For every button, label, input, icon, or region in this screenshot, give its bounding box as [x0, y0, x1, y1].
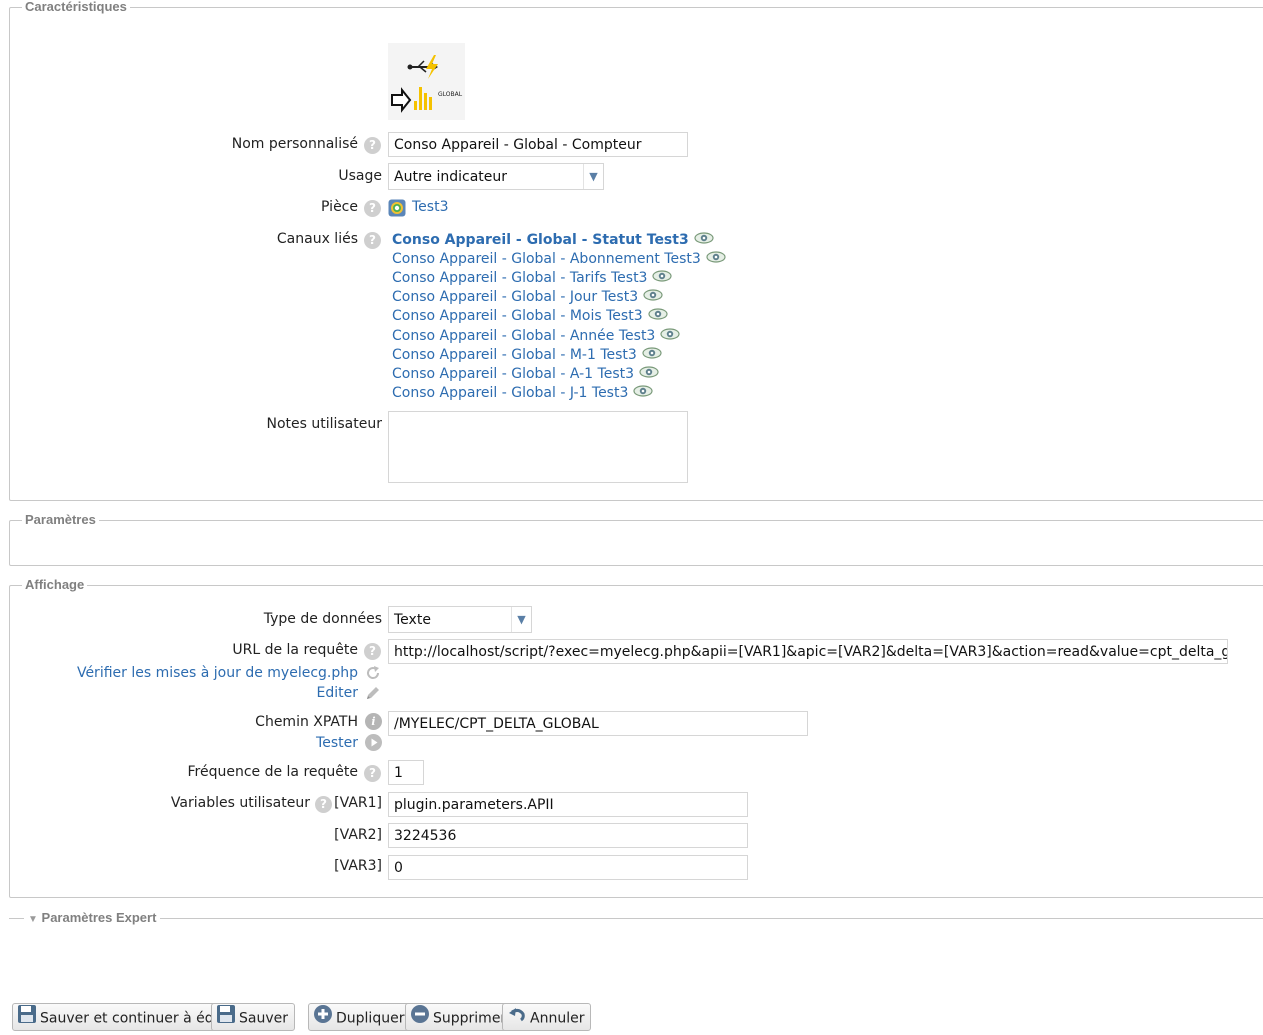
canal-item: Conso Appareil - Global - Tarifs Test3	[392, 270, 673, 286]
piece-label: Pièce	[321, 199, 358, 215]
device-icon-text: GLOBAL	[438, 91, 463, 98]
help-icon[interactable]: ?	[315, 796, 332, 813]
eye-icon[interactable]	[706, 251, 726, 267]
notes-textarea[interactable]	[388, 411, 688, 483]
eye-icon[interactable]	[633, 385, 653, 401]
eye-icon[interactable]	[694, 232, 714, 248]
var1-label: [VAR1]	[334, 795, 382, 811]
help-icon[interactable]: ?	[364, 765, 381, 782]
help-icon[interactable]: ?	[364, 200, 381, 217]
type-label: Type de données	[263, 611, 382, 627]
eye-icon[interactable]	[652, 270, 673, 286]
url-label: URL de la requête	[232, 642, 358, 658]
eye-icon[interactable]	[642, 347, 662, 363]
expert-legend: Paramètres Expert	[41, 910, 157, 925]
canaux-label: Canaux liés	[276, 231, 358, 247]
refresh-icon[interactable]	[365, 665, 381, 681]
nom-label: Nom personnalisé	[231, 136, 358, 152]
delete-button[interactable]: Supprimer	[405, 1003, 514, 1033]
usage-select[interactable]: Autre indicateur ▼	[388, 163, 604, 190]
add-icon	[313, 1004, 333, 1033]
canal-item: Conso Appareil - Global - Statut Test3	[392, 232, 714, 248]
freq-field[interactable]: 1	[388, 760, 424, 785]
chevron-down-icon[interactable]: ▼	[583, 164, 603, 189]
var2-label: [VAR2]	[334, 827, 382, 843]
undo-icon	[507, 1004, 527, 1033]
canal-item: Conso Appareil - Global - A-1 Test3	[392, 366, 659, 382]
play-icon[interactable]	[365, 734, 382, 751]
canal-link[interactable]: Conso Appareil - Global - Jour Test3	[392, 289, 638, 305]
duplicate-label: Dupliquer	[336, 1010, 405, 1027]
help-icon[interactable]: ?	[364, 232, 381, 249]
type-select[interactable]: Texte ▼	[388, 606, 532, 633]
verifier-link[interactable]: Vérifier les mises à jour de myelecg.php	[77, 665, 358, 681]
duplicate-button[interactable]: Dupliquer	[308, 1003, 412, 1033]
save-icon	[17, 1004, 37, 1033]
device-icon: GLOBAL	[388, 43, 465, 120]
canal-link[interactable]: Conso Appareil - Global - A-1 Test3	[392, 366, 634, 382]
expert-divider	[9, 918, 1263, 919]
eye-icon[interactable]	[639, 366, 659, 382]
eye-icon[interactable]	[648, 308, 668, 324]
chevron-down-icon[interactable]: ▼	[511, 607, 531, 632]
piece-link[interactable]: Test3	[412, 199, 448, 215]
save-button[interactable]: Sauver	[211, 1003, 295, 1031]
canal-link[interactable]: Conso Appareil - Global - Année Test3	[392, 328, 655, 344]
eye-icon[interactable]	[660, 328, 680, 344]
xpath-field[interactable]: /MYELEC/CPT_DELTA_GLOBAL	[388, 711, 808, 736]
triangle-down-icon: ▼	[28, 914, 38, 925]
info-icon[interactable]: i	[365, 713, 382, 730]
type-select-value: Texte	[394, 612, 431, 628]
room-icon	[388, 199, 406, 217]
canal-item: Conso Appareil - Global - Abonnement Tes…	[392, 251, 726, 267]
url-field[interactable]: http://localhost/script/?exec=myelecg.ph…	[388, 639, 1228, 664]
canal-link[interactable]: Conso Appareil - Global - Abonnement Tes…	[392, 251, 701, 267]
notes-label: Notes utilisateur	[266, 416, 382, 432]
canal-item: Conso Appareil - Global - Jour Test3	[392, 289, 663, 305]
var3-label: [VAR3]	[334, 858, 382, 874]
parametres-legend: Paramètres	[22, 512, 99, 527]
delete-label: Supprimer	[433, 1010, 507, 1027]
vars-label: Variables utilisateur	[170, 795, 310, 811]
delete-icon	[410, 1004, 430, 1033]
expert-toggle[interactable]: ▼ Paramètres Expert	[24, 910, 161, 925]
canal-link[interactable]: Conso Appareil - Global - Tarifs Test3	[392, 270, 647, 286]
var2-field[interactable]: 3224536	[388, 823, 748, 848]
editer-link[interactable]: Editer	[317, 685, 358, 701]
cancel-label: Annuler	[530, 1010, 585, 1027]
canal-link[interactable]: Conso Appareil - Global - M-1 Test3	[392, 347, 637, 363]
usage-label: Usage	[338, 168, 382, 184]
save-continue-button[interactable]: Sauver et continuer à éditer	[12, 1003, 245, 1033]
cancel-button[interactable]: Annuler	[502, 1003, 592, 1033]
pencil-icon[interactable]	[365, 685, 381, 701]
xpath-label: Chemin XPATH	[255, 714, 358, 730]
save-label: Sauver	[239, 1010, 288, 1027]
var1-field[interactable]: plugin.parameters.APII	[388, 792, 748, 817]
var3-field[interactable]: 0	[388, 855, 748, 880]
eye-icon[interactable]	[643, 289, 663, 305]
tester-link[interactable]: Tester	[316, 735, 358, 751]
canal-link[interactable]: Conso Appareil - Global - Statut Test3	[392, 232, 689, 248]
help-icon[interactable]: ?	[364, 643, 381, 660]
canal-link[interactable]: Conso Appareil - Global - Mois Test3	[392, 308, 643, 324]
caracteristiques-legend: Caractéristiques	[22, 0, 130, 14]
nom-field[interactable]: Conso Appareil - Global - Compteur	[388, 132, 688, 157]
canal-item: Conso Appareil - Global - Année Test3	[392, 328, 680, 344]
affichage-legend: Affichage	[22, 577, 88, 592]
save-icon	[216, 1004, 236, 1033]
help-icon[interactable]: ?	[364, 137, 381, 154]
canal-item: Conso Appareil - Global - M-1 Test3	[392, 347, 662, 363]
save-continue-label: Sauver et continuer à éditer	[40, 1010, 238, 1027]
parametres-section: Paramètres	[9, 512, 1263, 566]
affichage-section: Affichage	[9, 577, 1263, 898]
canal-item: Conso Appareil - Global - J-1 Test3	[392, 385, 653, 401]
canal-link[interactable]: Conso Appareil - Global - J-1 Test3	[392, 385, 628, 401]
canal-item: Conso Appareil - Global - Mois Test3	[392, 308, 668, 324]
usage-select-value: Autre indicateur	[394, 169, 507, 185]
freq-label: Fréquence de la requête	[187, 764, 358, 780]
